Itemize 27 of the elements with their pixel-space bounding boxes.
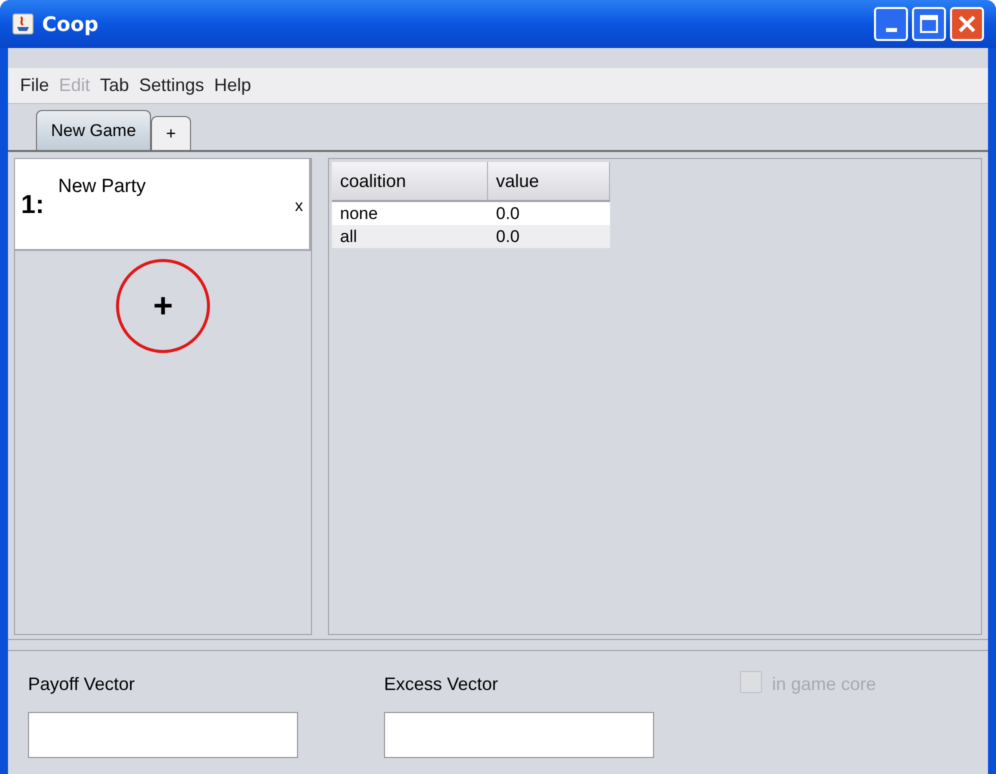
close-icon bbox=[957, 14, 977, 34]
table-cell-text: all bbox=[339, 226, 358, 248]
minimize-button[interactable] bbox=[874, 7, 908, 41]
party-number: 1: bbox=[21, 188, 44, 220]
party-name: New Party bbox=[58, 175, 146, 199]
column-header[interactable]: coalition bbox=[332, 162, 488, 200]
menu-item[interactable]: Tab bbox=[100, 72, 130, 99]
column-header[interactable]: value bbox=[488, 162, 610, 200]
remove-party-button[interactable]: x bbox=[295, 195, 303, 219]
window-title: Coop bbox=[42, 11, 98, 38]
party-card[interactable]: 1: New Party x bbox=[15, 159, 311, 251]
close-button[interactable] bbox=[950, 7, 984, 41]
menu-item[interactable]: Help bbox=[214, 72, 252, 99]
tab[interactable]: + bbox=[151, 116, 191, 150]
app-icon bbox=[12, 13, 34, 35]
excess-vector-label: Excess Vector bbox=[384, 673, 500, 696]
maximize-button[interactable] bbox=[912, 7, 946, 41]
tab[interactable]: New Game bbox=[36, 110, 152, 150]
excess-vector-field[interactable] bbox=[384, 712, 654, 758]
table-cell-text: none bbox=[339, 203, 379, 225]
menu-item[interactable]: Settings bbox=[139, 72, 204, 99]
table-cell-text: 0.0 bbox=[495, 226, 521, 248]
add-party-button[interactable]: + bbox=[116, 259, 210, 353]
table-cell-text: 0.0 bbox=[495, 203, 521, 225]
payoff-vector-label: Payoff Vector bbox=[28, 673, 136, 696]
payoff-vector-field[interactable] bbox=[28, 712, 298, 758]
menu-item[interactable]: File bbox=[20, 72, 50, 99]
